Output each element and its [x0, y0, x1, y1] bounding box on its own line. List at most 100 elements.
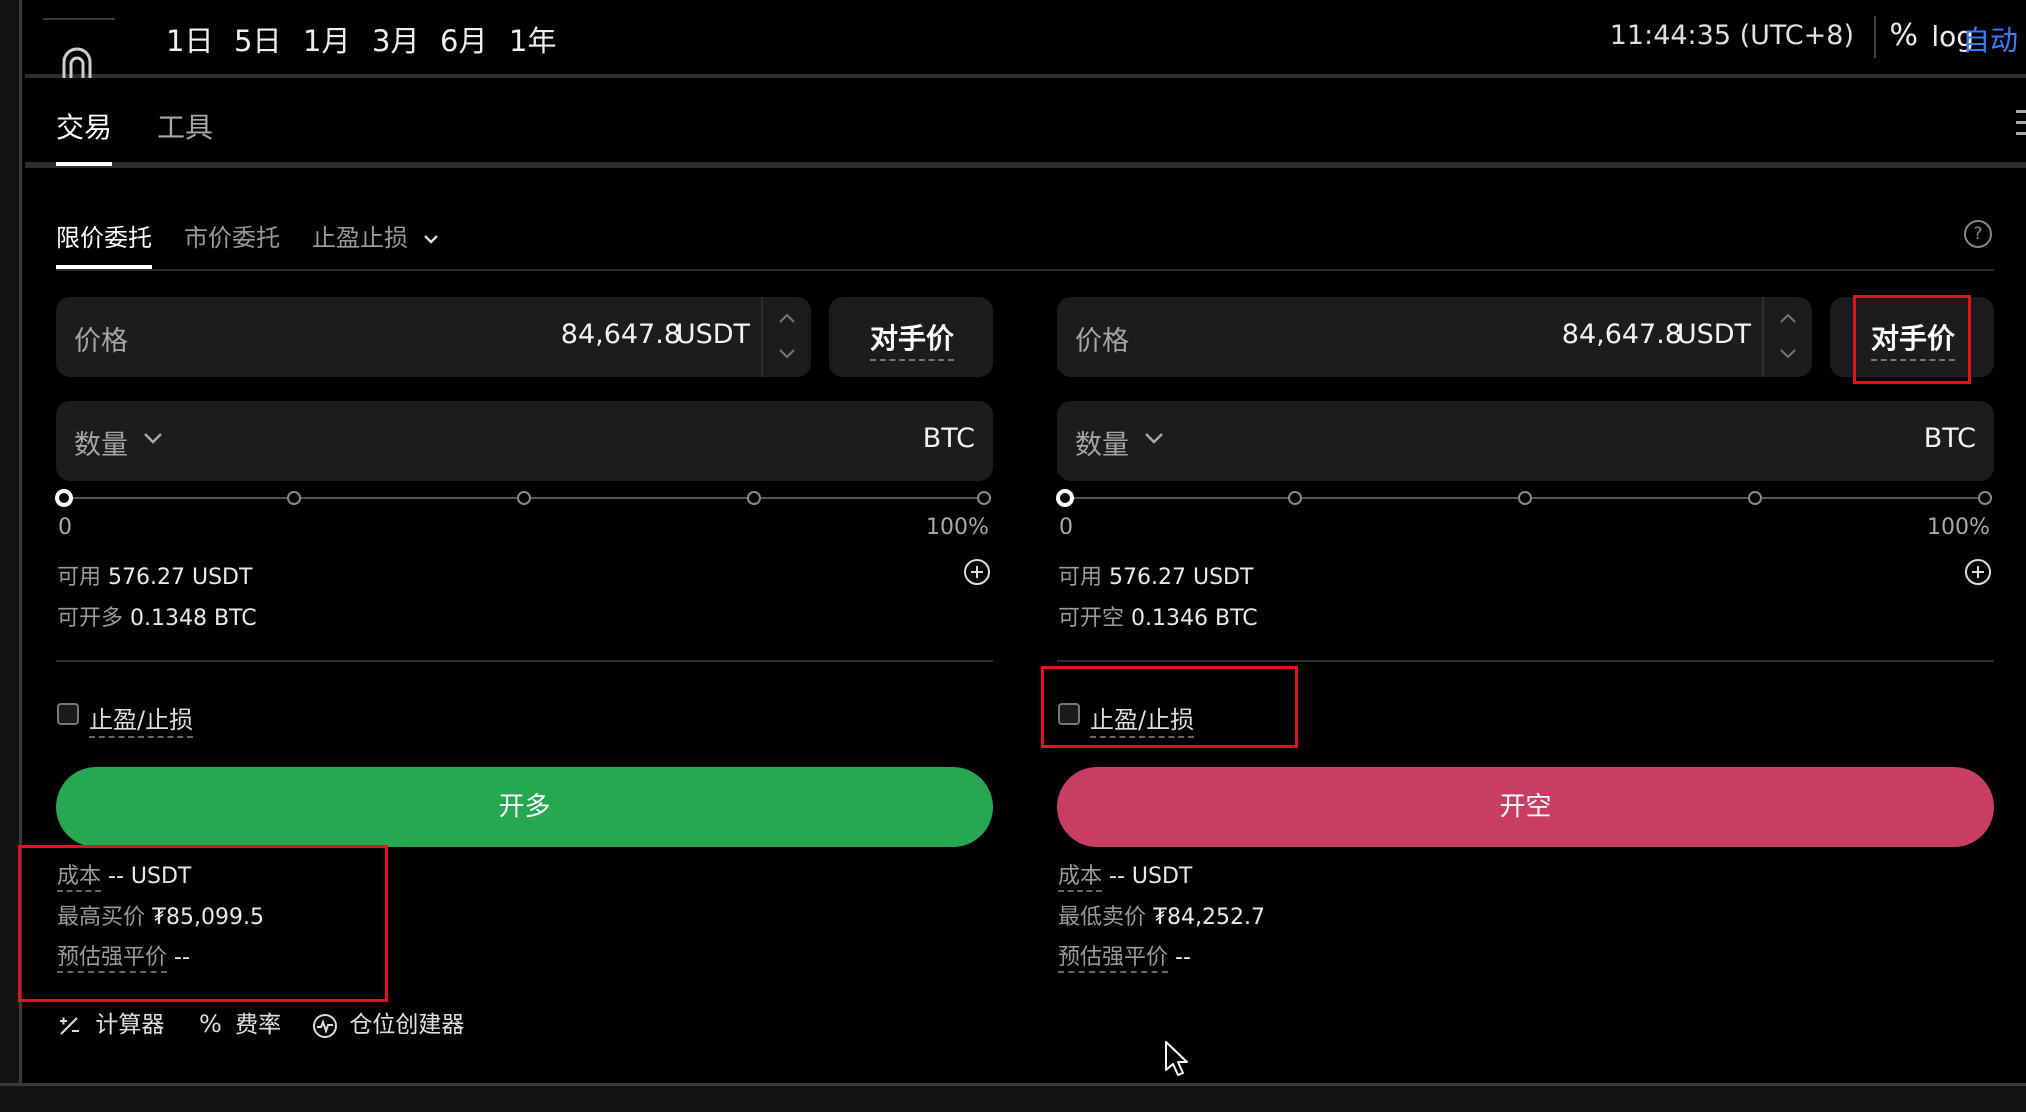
sell-price-value[interactable]: 84,647.8 — [1562, 319, 1682, 350]
sell-best-price-value: ₮84,252.7 — [1153, 905, 1265, 930]
sell-max-value: 0.1346 BTC — [1131, 606, 1258, 631]
tab-trade[interactable]: 交易 — [56, 106, 112, 146]
fee-rate-tool[interactable]: % 费率 — [199, 1005, 281, 1039]
chevron-down-icon[interactable] — [142, 431, 164, 445]
calculator-label: 计算器 — [95, 1012, 165, 1038]
plus-circle-icon[interactable] — [964, 559, 990, 585]
tab-tools[interactable]: 工具 — [157, 106, 213, 146]
buy-slider-mark-50[interactable] — [517, 491, 531, 505]
sell-slider-mark-50[interactable] — [1518, 491, 1532, 505]
order-tab-tpsl-label: 止盈止损 — [312, 224, 408, 252]
buy-max-open: 可开多 0.1348 BTC — [57, 600, 257, 632]
buy-slider-mark-75[interactable] — [747, 491, 761, 505]
sell-quantity-unit: BTC — [1923, 423, 1976, 454]
buy-price-stepper[interactable] — [761, 297, 811, 377]
toolbar-separator — [1874, 16, 1876, 58]
highlight-counterparty — [1853, 295, 1971, 384]
order-tab-divider — [56, 269, 1994, 271]
top-divider — [43, 18, 115, 20]
sell-max-open: 可开空 0.1346 BTC — [1058, 600, 1258, 632]
highlight-tpsl — [1041, 666, 1298, 748]
open-long-button[interactable]: 开多 — [56, 767, 993, 847]
chevron-down-icon[interactable] — [1778, 347, 1798, 361]
sell-slider-max: 100% — [1927, 515, 1990, 540]
sell-best-price: 最低卖价 ₮84,252.7 — [1058, 899, 1265, 931]
sell-available-value: 576.27 USDT — [1109, 565, 1254, 590]
sell-slider-handle[interactable] — [1056, 489, 1074, 507]
chevron-up-icon[interactable] — [777, 311, 797, 325]
chart-toolbar: 1日 5日 1月 3月 6月 1年 11:44:35 (UTC+8) % log… — [25, 0, 2026, 78]
buy-quantity-label[interactable]: 数量 — [74, 423, 128, 462]
sell-liq-label: 预估强平价 — [1058, 945, 1169, 973]
buy-slider-mark-25[interactable] — [287, 491, 301, 505]
buy-max-label: 可开多 — [57, 606, 124, 631]
buy-price-field[interactable]: 价格 84,647.8 USDT — [56, 297, 811, 377]
timeframe-1y[interactable]: 1年 — [509, 18, 556, 60]
main-tabs: 交易 工具 — [25, 82, 2026, 168]
active-tab-indicator — [56, 162, 112, 166]
timeframe-1d[interactable]: 1日 — [166, 18, 213, 60]
buy-slider-max: 100% — [926, 515, 989, 540]
sell-slider-mark-100[interactable] — [1978, 491, 1992, 505]
chevron-down-icon — [423, 235, 438, 244]
buy-counterparty-label: 对手价 — [870, 317, 955, 361]
sell-best-price-label: 最低卖价 — [1058, 905, 1147, 930]
buy-price-label: 价格 — [74, 326, 128, 357]
sell-slider-mark-25[interactable] — [1288, 491, 1302, 505]
pulse-circle-icon — [313, 1013, 337, 1038]
percent-icon: % — [199, 1010, 222, 1038]
sell-quantity-field[interactable]: 数量 BTC — [1057, 401, 1994, 481]
percent-scale-toggle[interactable]: % — [1889, 18, 1918, 53]
calculator-icon — [60, 1016, 79, 1035]
buy-price-unit: USDT — [675, 319, 750, 350]
sell-divider — [1057, 660, 1994, 662]
buy-counterparty-button[interactable]: 对手价 — [829, 297, 993, 377]
sell-cost: 成本 -- USDT — [1058, 858, 1193, 892]
calculator-tool[interactable]: 计算器 — [58, 1005, 164, 1039]
bottom-border — [0, 1083, 2026, 1112]
position-builder-tool[interactable]: 仓位创建器 — [312, 1005, 464, 1039]
buy-slider-min: 0 — [58, 515, 72, 540]
sell-cost-label: 成本 — [1058, 864, 1103, 892]
plus-circle-icon[interactable] — [1965, 559, 1991, 585]
timeframe-5d[interactable]: 5日 — [234, 18, 281, 60]
timeframe-6m[interactable]: 6月 — [440, 18, 487, 60]
help-icon[interactable]: ? — [1964, 220, 1992, 248]
sell-liq-value: -- — [1175, 945, 1191, 970]
buy-slider-mark-100[interactable] — [977, 491, 991, 505]
highlight-cost-info — [18, 845, 388, 1002]
chevron-up-icon[interactable] — [1778, 311, 1798, 325]
auto-scale-toggle[interactable]: 自动 — [1962, 19, 2018, 59]
buy-available-label: 可用 — [57, 565, 102, 590]
buy-price-value[interactable]: 84,647.8 — [561, 319, 681, 350]
buy-available: 可用 576.27 USDT — [57, 559, 252, 591]
chevron-down-icon[interactable] — [1143, 431, 1165, 445]
buy-available-value: 576.27 USDT — [108, 565, 253, 590]
sell-max-label: 可开空 — [1058, 606, 1125, 631]
order-tab-tpsl[interactable]: 止盈止损 — [312, 218, 440, 253]
arch-icon[interactable] — [60, 46, 94, 78]
sell-price-label: 价格 — [1075, 326, 1129, 357]
clock-readout: 11:44:35 (UTC+8) — [1609, 20, 1854, 51]
sell-slider-mark-75[interactable] — [1748, 491, 1762, 505]
order-tab-limit[interactable]: 限价委托 — [56, 218, 152, 253]
menu-icon[interactable] — [2016, 108, 2026, 138]
open-short-button[interactable]: 开空 — [1057, 767, 1994, 847]
order-tab-market[interactable]: 市价委托 — [184, 218, 280, 253]
buy-tpsl-label[interactable]: 止盈/止损 — [89, 700, 194, 738]
sell-quantity-label[interactable]: 数量 — [1075, 423, 1129, 462]
sell-price-stepper[interactable] — [1762, 297, 1812, 377]
sell-available: 可用 576.27 USDT — [1058, 559, 1253, 591]
buy-quantity-field[interactable]: 数量 BTC — [56, 401, 993, 481]
sell-cost-value: -- USDT — [1109, 864, 1193, 889]
sell-available-label: 可用 — [1058, 565, 1103, 590]
chevron-down-icon[interactable] — [777, 347, 797, 361]
buy-tpsl-checkbox[interactable] — [57, 703, 79, 725]
buy-slider-handle[interactable] — [55, 489, 73, 507]
sell-price-unit: USDT — [1676, 319, 1751, 350]
sell-liq-price: 预估强平价 -- — [1058, 939, 1191, 973]
sell-price-field[interactable]: 价格 84,647.8 USDT — [1057, 297, 1812, 377]
timeframe-3m[interactable]: 3月 — [372, 18, 419, 60]
timeframe-1m[interactable]: 1月 — [303, 18, 350, 60]
mouse-cursor-icon — [1165, 1041, 1188, 1076]
